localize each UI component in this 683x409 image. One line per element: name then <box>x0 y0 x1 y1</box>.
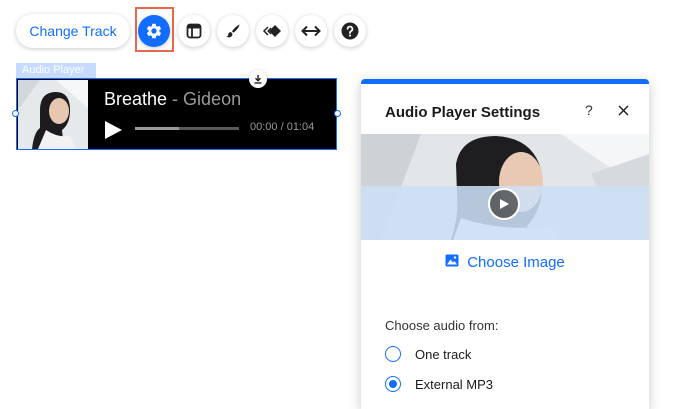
radio-button[interactable] <box>385 376 401 392</box>
artist-name: Gideon <box>183 89 242 109</box>
radio-one-track[interactable]: One track <box>385 346 471 362</box>
change-track-button[interactable]: Change Track <box>16 14 130 48</box>
layout-button[interactable] <box>178 15 210 47</box>
track-separator: - <box>167 89 184 109</box>
resize-handle-right[interactable] <box>334 110 341 117</box>
help-icon <box>341 22 359 40</box>
seek-progress <box>135 127 179 130</box>
cover-image <box>18 80 88 149</box>
close-button[interactable] <box>616 103 632 119</box>
animation-button[interactable] <box>256 15 288 47</box>
brush-icon <box>225 23 241 39</box>
stretch-icon <box>301 24 321 38</box>
layout-icon <box>186 23 202 39</box>
settings-button[interactable] <box>138 15 170 47</box>
design-button[interactable] <box>217 15 249 47</box>
help-button[interactable] <box>334 15 366 47</box>
stretch-button[interactable] <box>295 15 327 47</box>
play-button[interactable] <box>103 120 123 140</box>
image-icon <box>445 254 459 271</box>
audio-player-settings-panel: Audio Player Settings ? Choose Image Cho… <box>361 79 649 409</box>
preview-play-button[interactable] <box>488 188 520 220</box>
panel-title: Audio Player Settings <box>385 104 541 121</box>
choose-image-button[interactable]: Choose Image <box>417 245 593 279</box>
play-icon <box>105 121 122 139</box>
time-display: 00:00 / 01:04 <box>250 121 315 133</box>
download-button[interactable] <box>249 70 267 88</box>
gear-icon <box>145 22 163 40</box>
audio-player-tag: Audio Player <box>16 63 96 78</box>
resize-handle-left[interactable] <box>12 110 19 117</box>
radio-label: One track <box>415 346 472 362</box>
close-icon <box>618 105 629 116</box>
track-info: Breathe - Gideon <box>104 89 241 110</box>
radio-label: External MP3 <box>415 376 494 392</box>
play-icon <box>500 199 509 209</box>
radio-external-mp3[interactable]: External MP3 <box>385 376 493 392</box>
track-title: Breathe <box>104 89 168 109</box>
seek-bar[interactable] <box>135 127 239 130</box>
panel-help-button[interactable]: ? <box>585 102 593 118</box>
radio-button[interactable] <box>385 346 401 362</box>
download-icon <box>254 75 262 84</box>
audio-player[interactable]: Breathe - Gideon 00:00 / 01:04 <box>16 78 337 150</box>
choose-image-label: Choose Image <box>467 253 565 271</box>
animation-icon <box>262 24 282 38</box>
audio-source-label: Choose audio from: <box>385 318 499 333</box>
